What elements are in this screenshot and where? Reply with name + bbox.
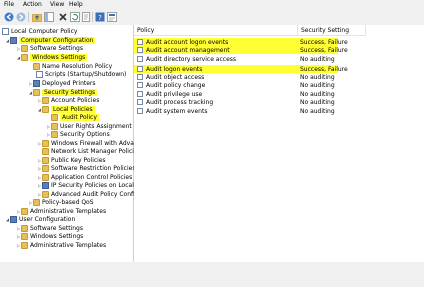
folder-icon [42, 147, 49, 155]
tree-node-network-list-manager[interactable]: Network List Manager Policies [37, 147, 141, 155]
scripts-icon [36, 70, 43, 78]
printer-icon [33, 79, 40, 87]
refresh-icon[interactable] [69, 11, 80, 22]
properties-icon[interactable] [106, 11, 117, 22]
policy-list-pane: Policy Security Setting Audit account lo… [134, 25, 424, 262]
security-folder-icon [33, 88, 40, 96]
tree-node-windows-firewall[interactable]: ▷ Windows Firewall with Advance [37, 139, 145, 147]
folder-icon [21, 241, 28, 249]
tree-node-user-rights-assignment[interactable]: ▷ User Rights Assignment [46, 122, 132, 130]
tree-node-scripts[interactable]: Scripts (Startup/Shutdown) [36, 70, 126, 78]
folder-icon [21, 207, 28, 215]
delete-icon[interactable] [57, 11, 68, 22]
tree-node-local-computer-policy[interactable]: Local Computer Policy [2, 27, 77, 35]
tree-node-deployed-printers[interactable]: ▷ Deployed Printers [28, 79, 96, 87]
policy-item-icon [137, 82, 143, 88]
policy-item-icon [137, 47, 143, 53]
qos-icon [33, 198, 40, 206]
column-header-security-setting[interactable]: Security Setting [298, 25, 366, 36]
menu-help[interactable]: Help [69, 1, 83, 8]
tree-node-user-software-settings[interactable]: ▷ Software Settings [16, 224, 83, 232]
user-icon [10, 215, 17, 223]
table-row[interactable]: Audit object access No auditing [134, 73, 424, 81]
table-row[interactable]: Audit account management Success, Failur… [134, 46, 424, 54]
table-row[interactable]: Audit privilege use No auditing [134, 90, 424, 98]
tree-node-computer-configuration[interactable]: ◢ Computer Configuration [5, 36, 96, 44]
folder-up-icon[interactable] [31, 11, 42, 22]
folder-icon [42, 164, 49, 172]
toolbar: ? [0, 9, 424, 26]
policy-item-icon [137, 56, 143, 62]
help-icon[interactable]: ? [94, 11, 105, 22]
tree-node-ip-security[interactable]: ▷ IP Security Policies on Local Co [37, 181, 144, 189]
menu-action[interactable]: Action [23, 1, 42, 8]
menu-view[interactable]: View [50, 1, 64, 8]
svg-text:?: ? [98, 14, 102, 22]
tree-node-local-policies[interactable]: ◢ Local Policies [37, 105, 95, 113]
back-icon[interactable] [3, 11, 14, 22]
column-header-policy[interactable]: Policy [134, 25, 298, 36]
folder-icon [33, 62, 40, 70]
folder-icon [51, 130, 58, 138]
policy-item-icon [137, 39, 143, 45]
tree-node-user-windows-settings[interactable]: ▷ Windows Settings [16, 232, 83, 240]
tree-node-software-settings[interactable]: ▷ Software Settings [16, 44, 83, 52]
tree-node-user-admin-templates[interactable]: ▷ Administrative Templates [16, 241, 106, 249]
folder-icon [42, 105, 49, 113]
export-icon[interactable] [80, 11, 91, 22]
folder-icon [21, 224, 28, 232]
folder-icon [21, 44, 28, 52]
policy-item-icon [137, 108, 143, 114]
tree-node-advanced-audit[interactable]: ▷ Advanced Audit Policy Configur [37, 190, 145, 198]
table-row[interactable]: Audit system events No auditing [134, 107, 424, 115]
computer-icon [10, 36, 17, 44]
folder-icon [51, 122, 58, 130]
folder-icon [42, 139, 49, 147]
folder-icon [21, 53, 28, 61]
table-row[interactable]: Audit process tracking No auditing [134, 98, 424, 106]
ip-security-icon [42, 181, 49, 189]
policy-item-icon [137, 91, 143, 97]
policy-item-icon [137, 99, 143, 105]
tree-node-windows-settings[interactable]: ◢ Windows Settings [16, 53, 88, 61]
policy-icon [2, 27, 9, 35]
tree-horizontal-scrollbar[interactable] [0, 279, 133, 287]
tree-node-software-restriction[interactable]: ▷ Software Restriction Policies [37, 164, 135, 172]
policy-item-icon [137, 74, 143, 80]
folder-icon [42, 173, 49, 181]
tree-pane: Local Computer Policy ◢ Computer Configu… [0, 25, 145, 287]
forward-icon[interactable] [15, 11, 26, 22]
folder-icon [42, 96, 49, 104]
menu-bar: File Action View Help [0, 0, 424, 9]
table-row[interactable]: Audit directory service access No auditi… [134, 55, 424, 63]
tree-node-account-policies[interactable]: ▷ Account Policies [37, 96, 99, 104]
table-row[interactable]: Audit policy change No auditing [134, 81, 424, 89]
tree-node-admin-templates[interactable]: ▷ Administrative Templates [16, 207, 106, 215]
folder-icon [21, 232, 28, 240]
tree-node-policy-qos[interactable]: ▷ Policy-based QoS [28, 198, 94, 206]
tree-node-security-settings[interactable]: ◢ Security Settings [28, 88, 98, 96]
folder-icon [51, 113, 58, 121]
tree-node-public-key-policies[interactable]: ▷ Public Key Policies [37, 156, 106, 164]
tree-node-name-resolution-policy[interactable]: Name Resolution Policy [28, 62, 112, 70]
folder-icon [42, 190, 49, 198]
tree-node-security-options[interactable]: ▷ Security Options [46, 130, 110, 138]
policy-item-icon [137, 66, 143, 72]
menu-file[interactable]: File [4, 1, 14, 8]
table-row[interactable]: Audit logon events Success, Failure [134, 65, 424, 73]
table-row[interactable]: Audit account logon events Success, Fail… [134, 38, 424, 46]
tree-node-application-control[interactable]: ▷ Application Control Policies [37, 173, 132, 181]
show-tree-icon[interactable] [43, 11, 54, 22]
tree-node-user-configuration[interactable]: ◢ User Configuration [5, 215, 75, 223]
folder-icon [42, 156, 49, 164]
tree-node-audit-policy[interactable]: Audit Policy [51, 113, 99, 121]
